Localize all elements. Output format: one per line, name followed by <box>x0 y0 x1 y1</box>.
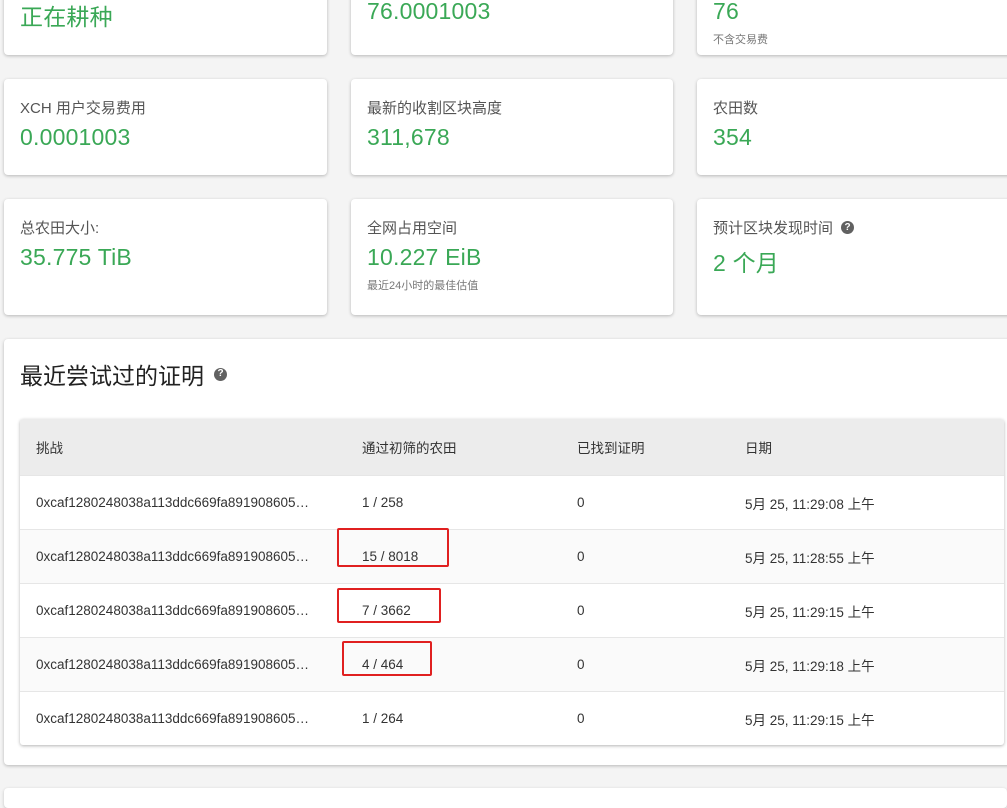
eta-value: 2 个月 <box>713 250 779 276</box>
eta-title-row: 预计区块发现时间 ? <box>713 217 1001 238</box>
eta-title: 预计区块发现时间 <box>713 220 834 237</box>
netspace-title: 全网占用空间 <box>367 220 458 237</box>
netspace-value: 10.227 EiB <box>367 244 482 270</box>
proofs-table-container: 挑战 通过初筛的农田 已找到证明 日期 0xcaf1280248038a113d… <box>20 419 1004 745</box>
total-size-value: 35.775 TiB <box>20 244 132 270</box>
column-header-challenge[interactable]: 挑战 <box>20 419 346 476</box>
last-height-card: 最新的收割区块高度 311,678 <box>351 79 673 175</box>
farming-status-value: 正在耕种 <box>20 4 113 30</box>
block-rewards-value: 76 <box>713 0 739 24</box>
proofs-table: 挑战 通过初筛的农田 已找到证明 日期 0xcaf1280248038a113d… <box>20 419 1004 745</box>
netspace-caption: 最近24小时的最佳估值 <box>367 280 479 292</box>
netspace-card: 全网占用空间 10.227 EiB 最近24小时的最佳估值 <box>351 199 673 315</box>
proofs-found-cell: 0 <box>561 583 729 638</box>
highlight-box <box>337 528 449 567</box>
total-farmed-card: 76.0001003 <box>351 0 673 55</box>
table-row: 0xcaf1280248038a113ddc669fa891908605… 15… <box>20 529 1004 584</box>
date-cell: 5月 25, 11:29:15 上午 <box>729 583 1004 638</box>
plot-count-value: 354 <box>713 124 752 150</box>
challenge-cell: 0xcaf1280248038a113ddc669fa891908605… <box>20 637 346 692</box>
plots-passed-cell: 1 / 264 <box>346 691 561 745</box>
highlight-box <box>337 588 441 623</box>
user-fees-card: XCH 用户交易费用 0.0001003 <box>4 79 327 175</box>
table-row: 0xcaf1280248038a113ddc669fa891908605… 1 … <box>20 691 1004 745</box>
eta-card: 预计区块发现时间 ? 2 个月 <box>697 199 1007 315</box>
date-cell: 5月 25, 11:29:18 上午 <box>729 637 1004 692</box>
block-rewards-caption: 不含交易费 <box>713 34 768 46</box>
challenge-cell: 0xcaf1280248038a113ddc669fa891908605… <box>20 583 346 638</box>
farming-status-card: 正在耕种 <box>4 0 327 55</box>
user-fees-title: XCH 用户交易费用 <box>20 100 146 117</box>
date-cell: 5月 25, 11:29:15 上午 <box>729 691 1004 745</box>
proofs-found-cell: 0 <box>561 475 729 530</box>
column-header-proofs-found[interactable]: 已找到证明 <box>561 419 729 476</box>
recent-proofs-card: 最近尝试过的证明 ? 挑战 通过初筛的农田 已找到证明 日期 0xcaf1280… <box>4 339 1007 765</box>
table-row: 0xcaf1280248038a113ddc669fa891908605… 4 … <box>20 637 1004 692</box>
plot-count-card: 农田数 354 <box>697 79 1007 175</box>
plots-passed-cell: 1 / 258 <box>346 475 561 530</box>
date-cell: 5月 25, 11:28:55 上午 <box>729 529 1004 584</box>
table-row: 0xcaf1280248038a113ddc669fa891908605… 7 … <box>20 583 1004 638</box>
recent-proofs-title-row: 最近尝试过的证明 ? <box>20 357 1001 391</box>
user-fees-value: 0.0001003 <box>20 124 131 150</box>
total-farmed-value: 76.0001003 <box>367 0 491 24</box>
table-row: 0xcaf1280248038a113ddc669fa891908605… 1 … <box>20 475 1004 530</box>
total-size-card: 总农田大小: 35.775 TiB <box>4 199 327 315</box>
highlight-box <box>342 641 432 676</box>
total-size-title: 总农田大小: <box>20 220 100 237</box>
proofs-found-cell: 0 <box>561 637 729 692</box>
challenge-cell: 0xcaf1280248038a113ddc669fa891908605… <box>20 475 346 530</box>
help-icon[interactable]: ? <box>841 221 855 234</box>
date-cell: 5月 25, 11:29:08 上午 <box>729 475 1004 530</box>
challenge-cell: 0xcaf1280248038a113ddc669fa891908605… <box>20 691 346 745</box>
proofs-found-cell: 0 <box>561 529 729 584</box>
table-header-row: 挑战 通过初筛的农田 已找到证明 日期 <box>20 419 1004 476</box>
column-header-plots-passed[interactable]: 通过初筛的农田 <box>346 419 561 476</box>
help-icon[interactable]: ? <box>214 367 227 381</box>
last-height-title: 最新的收割区块高度 <box>367 100 503 117</box>
plot-count-title: 农田数 <box>713 100 759 117</box>
challenge-cell: 0xcaf1280248038a113ddc669fa891908605… <box>20 529 346 584</box>
next-section-card <box>4 788 1007 808</box>
proofs-found-cell: 0 <box>561 691 729 745</box>
last-height-value: 311,678 <box>367 124 450 150</box>
recent-proofs-title: 最近尝试过的证明 <box>20 363 204 389</box>
column-header-date[interactable]: 日期 <box>729 419 1004 476</box>
block-rewards-card: 76 不含交易费 <box>697 0 1007 55</box>
